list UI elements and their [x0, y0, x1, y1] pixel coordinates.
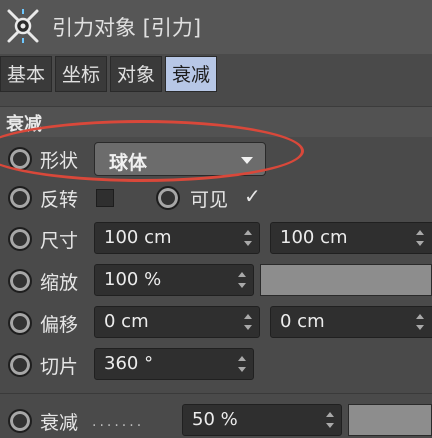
visible-keyframe-radio[interactable]	[156, 186, 180, 210]
size-keyframe-radio[interactable]	[8, 227, 32, 251]
spinner-arrows-icon[interactable]	[237, 356, 247, 372]
tab-falloff[interactable]: 衰减	[165, 56, 218, 92]
divider	[0, 393, 432, 394]
scale-keyframe-radio[interactable]	[8, 269, 32, 293]
offset-label: 偏移	[40, 314, 79, 336]
spinner-arrows-icon[interactable]	[243, 314, 253, 330]
falloff-keyframe-radio[interactable]	[8, 409, 32, 433]
shape-label: 形状	[40, 150, 79, 172]
falloff-field[interactable]: 50 %	[182, 404, 342, 436]
size-x-value: 100 cm	[104, 227, 172, 248]
section-header	[0, 106, 432, 137]
scale-value: 100 %	[104, 269, 162, 290]
slice-value: 360 °	[104, 353, 154, 374]
tab-coordinates[interactable]: 坐标	[55, 56, 108, 92]
shape-dropdown[interactable]: 球体	[94, 142, 266, 176]
slice-keyframe-radio[interactable]	[8, 353, 32, 377]
slice-label: 切片	[40, 356, 79, 378]
offset-x-value: 0 cm	[104, 311, 149, 332]
falloff-slider[interactable]	[348, 404, 432, 436]
falloff-label: 衰减	[40, 412, 79, 434]
object-title: 引力对象 [引力]	[52, 16, 202, 40]
shape-dropdown-value: 球体	[109, 152, 148, 174]
spinner-arrows-icon[interactable]	[243, 230, 253, 246]
size-label: 尺寸	[40, 230, 79, 252]
falloff-leader-dots: .......	[92, 414, 145, 430]
spinner-arrows-icon[interactable]	[237, 272, 247, 288]
tab-basic[interactable]: 基本	[0, 56, 53, 92]
chevron-down-icon	[241, 157, 253, 164]
offset-y-value: 0 cm	[280, 311, 325, 332]
spinner-arrows-icon[interactable]	[415, 314, 425, 330]
slice-field[interactable]: 360 °	[94, 348, 254, 380]
tab-object[interactable]: 对象	[110, 56, 163, 92]
invert-keyframe-radio[interactable]	[8, 186, 32, 210]
scale-slider[interactable]	[260, 264, 432, 296]
gravity-object-icon[interactable]	[4, 5, 42, 47]
section-title: 衰减	[6, 114, 42, 135]
scale-label: 缩放	[40, 272, 79, 294]
tab-bar: 基本 坐标 对象 衰减	[0, 56, 218, 92]
offset-x-field[interactable]: 0 cm	[94, 306, 260, 338]
spinner-arrows-icon[interactable]	[325, 412, 335, 428]
shape-keyframe-radio[interactable]	[8, 147, 32, 171]
size-y-value: 100 cm	[280, 227, 348, 248]
falloff-value: 50 %	[192, 409, 238, 430]
spinner-arrows-icon[interactable]	[415, 230, 425, 246]
visible-checkbox[interactable]: ✓	[244, 186, 264, 206]
size-y-field[interactable]: 100 cm	[270, 222, 432, 254]
offset-y-field[interactable]: 0 cm	[270, 306, 432, 338]
offset-keyframe-radio[interactable]	[8, 311, 32, 335]
size-x-field[interactable]: 100 cm	[94, 222, 260, 254]
invert-checkbox[interactable]	[96, 189, 114, 207]
visible-label: 可见	[190, 189, 229, 211]
invert-label: 反转	[40, 189, 79, 211]
scale-field[interactable]: 100 %	[94, 264, 254, 296]
